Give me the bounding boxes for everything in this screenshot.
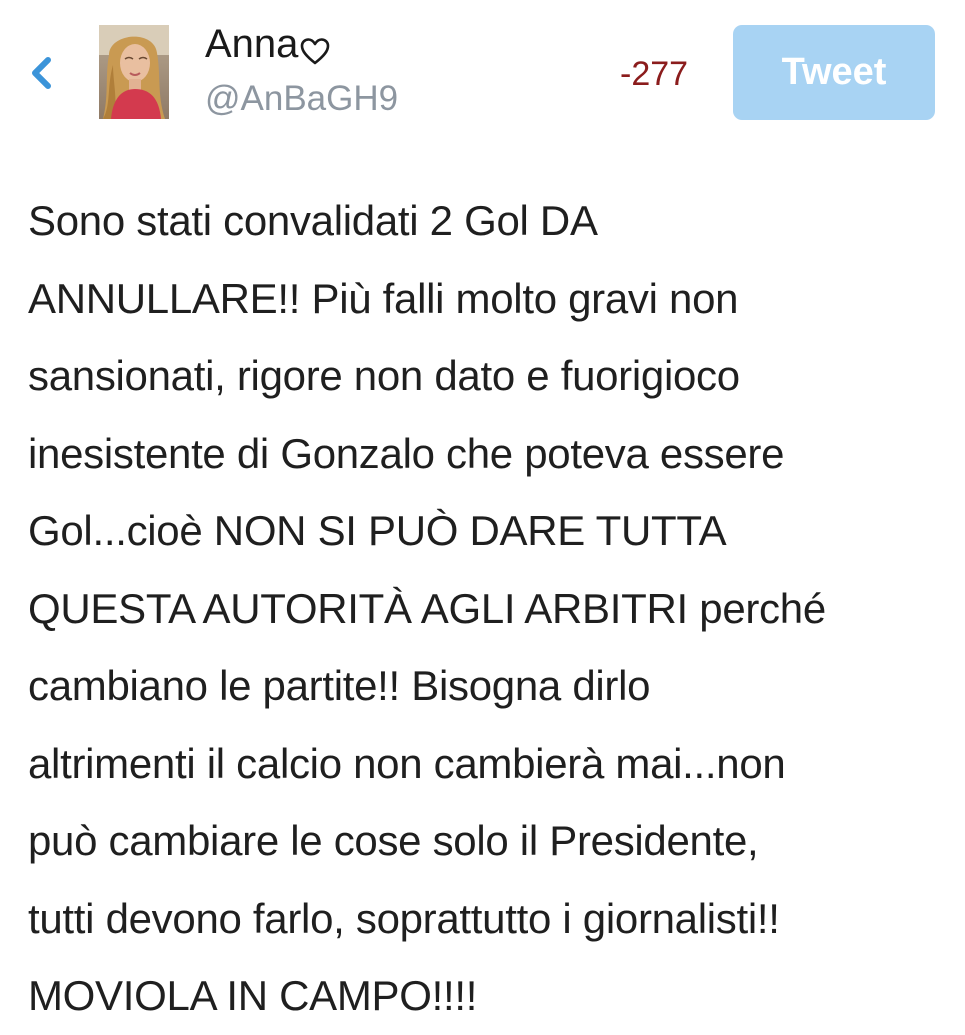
back-button[interactable]	[22, 48, 62, 98]
character-counter: -277	[620, 55, 689, 93]
user-handle: @AnBaGH9	[205, 79, 399, 118]
tweet-button[interactable]: Tweet	[733, 25, 935, 120]
heart-outline-icon	[300, 28, 330, 80]
tweet-compose-textarea[interactable]: Sono stati convalidati 2 Gol DA ANNULLAR…	[28, 182, 933, 1035]
display-name-text: Anna	[205, 22, 299, 66]
compose-header: Anna @AnBaGH9 -277 Tweet	[0, 0, 965, 150]
avatar[interactable]	[99, 25, 169, 119]
display-name: Anna	[205, 18, 330, 80]
chevron-left-icon	[32, 57, 51, 89]
user-avatar-photo	[99, 25, 169, 119]
